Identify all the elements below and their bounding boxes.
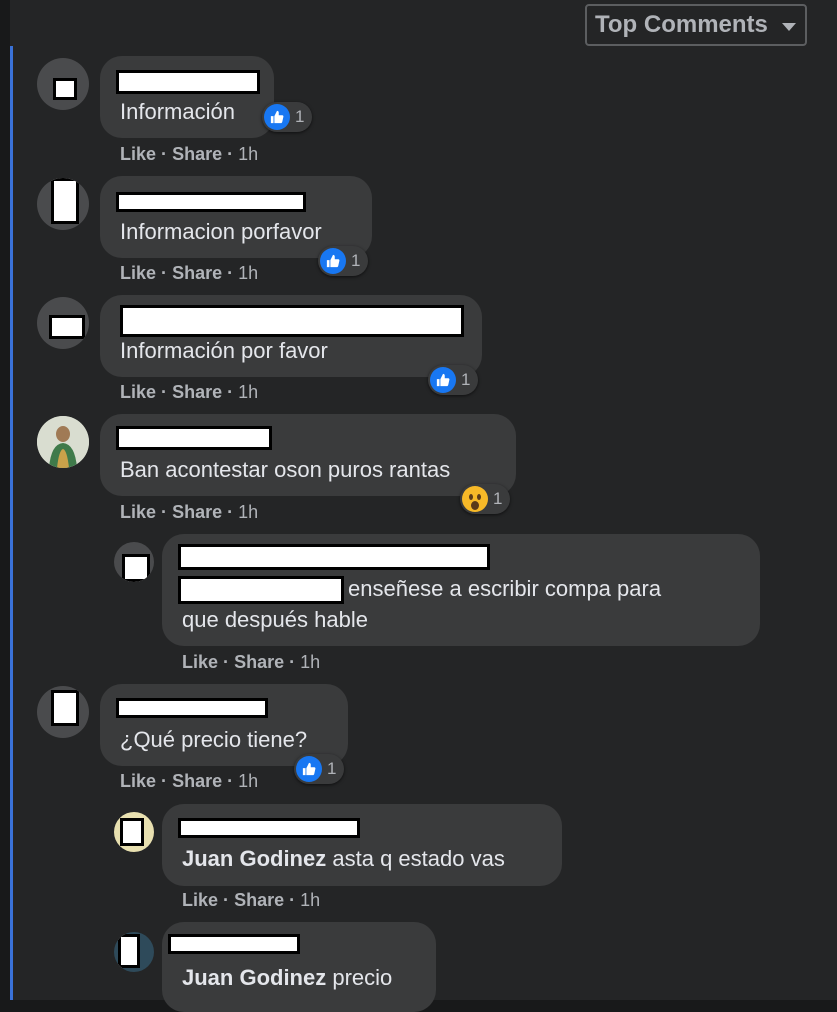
like-reaction-icon bbox=[430, 367, 456, 393]
comment-actions: Like · Share · 1h bbox=[120, 263, 258, 284]
comment-text: ¿Qué precio tiene? bbox=[120, 727, 308, 752]
share-link[interactable]: Share bbox=[172, 502, 222, 522]
reaction-badge[interactable]: 1 bbox=[460, 484, 511, 514]
commenter-avatar[interactable] bbox=[37, 416, 89, 468]
reaction-count: 1 bbox=[295, 107, 305, 126]
reply-avatar[interactable] bbox=[114, 812, 154, 852]
like-link[interactable]: Like bbox=[120, 502, 156, 522]
share-link[interactable]: Share bbox=[172, 771, 222, 791]
like-link[interactable]: Like bbox=[120, 263, 156, 283]
mention-juan-godinez[interactable]: Juan Godinez bbox=[182, 965, 326, 990]
reaction-badge[interactable]: 1 bbox=[262, 102, 313, 132]
timestamp: 1h bbox=[238, 144, 259, 164]
reaction-count: 1 bbox=[351, 251, 361, 270]
like-reaction-icon bbox=[296, 756, 322, 782]
redacted-name bbox=[178, 818, 360, 838]
like-link[interactable]: Like bbox=[120, 144, 156, 164]
redacted-name bbox=[178, 544, 490, 570]
separator: · bbox=[161, 144, 168, 164]
like-link[interactable]: Like bbox=[120, 771, 156, 791]
timestamp: 1h bbox=[238, 771, 259, 791]
comment-actions: Like · Share · 1h bbox=[120, 382, 258, 403]
timestamp: 1h bbox=[238, 382, 259, 402]
separator: · bbox=[161, 502, 168, 522]
share-link[interactable]: Share bbox=[172, 382, 222, 402]
comment-actions: Like · Share · 1h bbox=[120, 771, 258, 792]
comment-body: precio bbox=[332, 965, 393, 990]
comment-text: Juan Godinez asta q estado vas bbox=[182, 843, 505, 874]
comment-bubble: Información por favor bbox=[100, 295, 482, 377]
like-reaction-icon bbox=[320, 248, 346, 274]
share-link[interactable]: Share bbox=[234, 652, 284, 672]
reaction-badge[interactable]: 1 bbox=[294, 754, 345, 784]
reaction-count: 1 bbox=[461, 370, 471, 389]
separator: · bbox=[289, 890, 296, 910]
share-link[interactable]: Share bbox=[172, 263, 222, 283]
mention-juan-godinez[interactable]: Juan Godinez bbox=[182, 846, 326, 871]
comment-text: Ban acontestar oson puros rantas bbox=[120, 457, 451, 482]
separator: · bbox=[227, 771, 234, 791]
comment-actions: Like · Share · 1h bbox=[182, 890, 320, 911]
wow-reaction-icon bbox=[462, 486, 488, 512]
separator: · bbox=[161, 263, 168, 283]
comment-text: enseñese a escribir compa para bbox=[348, 576, 662, 601]
reaction-count: 1 bbox=[327, 759, 337, 778]
redacted-name bbox=[116, 426, 272, 450]
separator: · bbox=[227, 382, 234, 402]
redacted-name bbox=[116, 192, 306, 212]
thread-indicator-line bbox=[10, 46, 13, 1000]
redacted-name bbox=[116, 70, 260, 94]
separator: · bbox=[223, 652, 230, 672]
share-link[interactable]: Share bbox=[172, 144, 222, 164]
reaction-badge[interactable]: 1 bbox=[428, 365, 479, 395]
comment-body: asta q estado vas bbox=[332, 846, 505, 871]
commenter-avatar[interactable] bbox=[37, 297, 89, 349]
like-link[interactable]: Like bbox=[120, 382, 156, 402]
comment-text: Información por favor bbox=[120, 338, 328, 363]
comment-text: Información bbox=[120, 99, 235, 124]
separator: · bbox=[227, 502, 234, 522]
redacted-name bbox=[168, 934, 300, 954]
sort-label: Top Comments bbox=[595, 11, 768, 38]
timestamp: 1h bbox=[300, 652, 321, 672]
separator: · bbox=[161, 382, 168, 402]
redacted-mention bbox=[178, 576, 344, 604]
commenter-avatar[interactable] bbox=[37, 686, 89, 738]
reply-bubble: Juan Godinez asta q estado vas bbox=[162, 804, 562, 886]
sort-comments-dropdown[interactable]: Top Comments bbox=[585, 4, 807, 46]
comment-bubble: Información bbox=[100, 56, 274, 138]
commenter-avatar[interactable] bbox=[37, 58, 89, 110]
timestamp: 1h bbox=[300, 890, 321, 910]
reply-avatar[interactable] bbox=[114, 542, 154, 582]
comment-text-continued: que después hable bbox=[182, 607, 368, 632]
commenter-avatar[interactable] bbox=[37, 178, 89, 230]
redacted-name bbox=[120, 305, 464, 337]
reply-avatar[interactable] bbox=[114, 932, 154, 972]
comment-actions: Like · Share · 1h bbox=[182, 652, 320, 673]
separator: · bbox=[223, 890, 230, 910]
reply-bubble: Juan Godinez precio bbox=[162, 922, 436, 1012]
separator: · bbox=[161, 771, 168, 791]
timestamp: 1h bbox=[238, 502, 259, 522]
caret-down-icon bbox=[781, 22, 796, 31]
reaction-count: 1 bbox=[493, 489, 503, 508]
timestamp: 1h bbox=[238, 263, 259, 283]
comment-bubble: Ban acontestar oson puros rantas bbox=[100, 414, 516, 496]
reply-bubble: enseñese a escribir compa para que despu… bbox=[162, 534, 760, 646]
like-link[interactable]: Like bbox=[182, 652, 218, 672]
separator: · bbox=[289, 652, 296, 672]
redacted-name bbox=[116, 698, 268, 718]
separator: · bbox=[227, 144, 234, 164]
like-reaction-icon bbox=[264, 104, 290, 130]
comment-actions: Like · Share · 1h bbox=[120, 502, 258, 523]
share-link[interactable]: Share bbox=[234, 890, 284, 910]
comment-text: Informacion porfavor bbox=[120, 219, 322, 244]
comment-actions: Like · Share · 1h bbox=[120, 144, 258, 165]
reaction-badge[interactable]: 1 bbox=[318, 246, 369, 276]
comment-text: Juan Godinez precio bbox=[182, 962, 392, 993]
separator: · bbox=[227, 263, 234, 283]
like-link[interactable]: Like bbox=[182, 890, 218, 910]
